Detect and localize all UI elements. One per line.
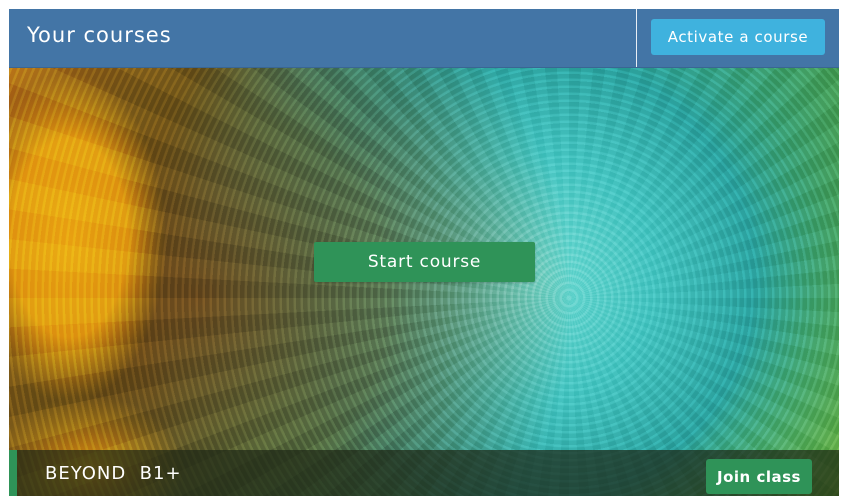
courses-panel: Your courses Activate a course Start cou…	[9, 9, 839, 496]
course-cover-texture	[9, 68, 839, 496]
footer-accent-bar	[9, 450, 17, 496]
header-divider	[636, 9, 637, 67]
course-card[interactable]: Start course BEYOND B1+ Join class	[9, 68, 839, 496]
course-title: BEYOND B1+	[45, 463, 182, 484]
activate-course-button[interactable]: Activate a course	[651, 19, 825, 55]
courses-header: Your courses Activate a course	[9, 9, 839, 68]
page-title: Your courses	[27, 23, 172, 47]
start-course-button[interactable]: Start course	[314, 242, 535, 282]
join-class-button[interactable]: Join class	[706, 459, 812, 494]
course-footer: BEYOND B1+ Join class	[9, 450, 839, 496]
